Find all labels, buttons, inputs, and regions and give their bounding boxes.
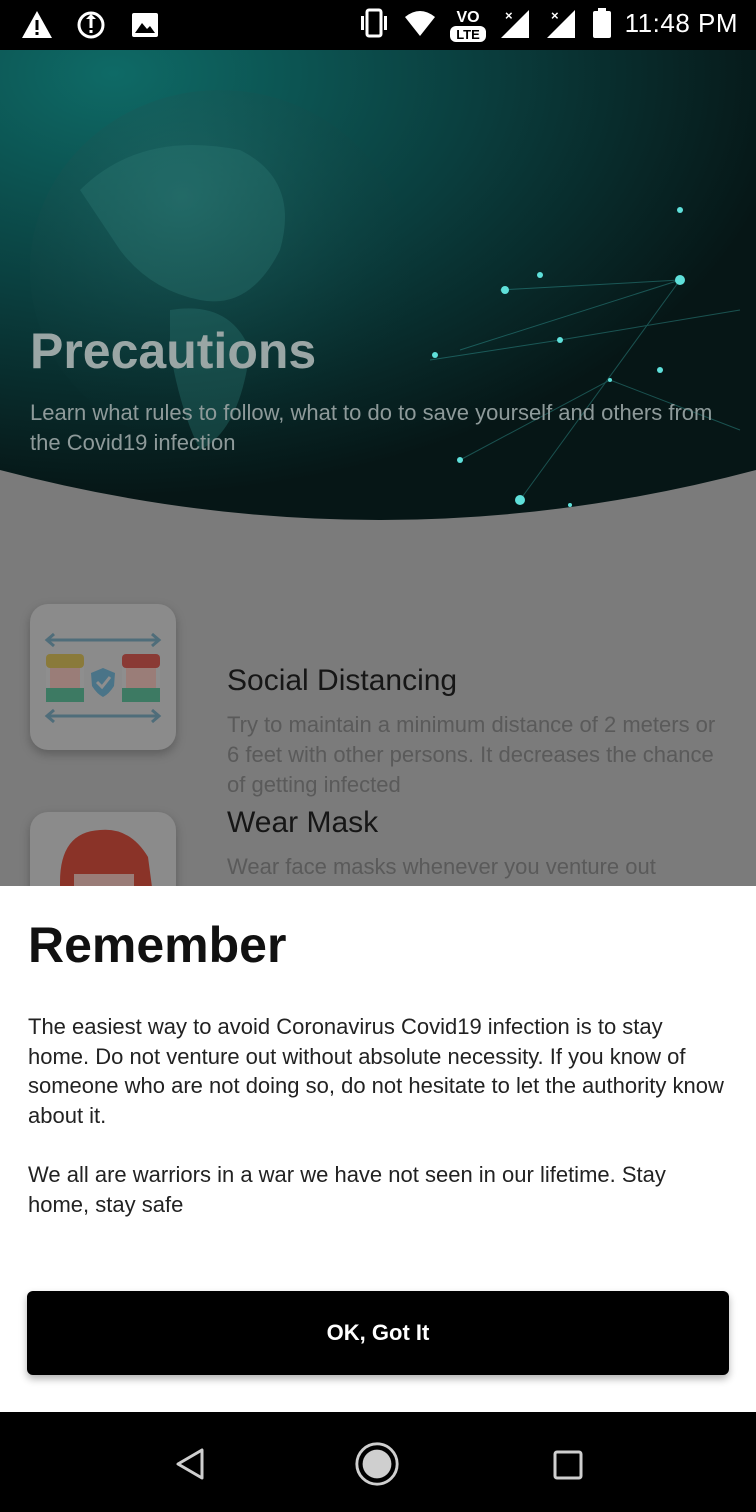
volte-icon: VO LTE xyxy=(449,6,487,42)
social-distancing-icon xyxy=(30,604,176,750)
page-subtitle: Learn what rules to follow, what to do t… xyxy=(30,400,713,455)
recents-icon[interactable] xyxy=(543,1440,591,1488)
sync-icon xyxy=(74,8,108,42)
system-nav-bar xyxy=(0,1412,756,1512)
precautions-screen: Precautions Learn what rules to follow, … xyxy=(0,50,756,886)
wifi-icon xyxy=(403,6,437,40)
svg-text:×: × xyxy=(505,8,513,23)
lte-label: LTE xyxy=(456,27,480,42)
ok-got-it-button[interactable]: OK, Got It xyxy=(27,1291,729,1375)
globe-network-background xyxy=(0,50,756,520)
battery-icon xyxy=(591,6,613,40)
page-title: Precautions xyxy=(30,323,317,379)
item-title: Social Distancing xyxy=(227,664,458,697)
signal-icon: × xyxy=(499,6,533,40)
remember-bottom-sheet: Remember The easiest way to avoid Corona… xyxy=(0,886,756,1412)
item-title: Wear Mask xyxy=(227,806,379,839)
image-icon xyxy=(128,8,162,42)
mask-person-icon xyxy=(30,812,176,886)
hero-banner: Precautions Learn what rules to follow, … xyxy=(0,50,756,530)
item-description: Wear face masks whenever you venture out xyxy=(227,854,656,879)
home-icon[interactable] xyxy=(353,1440,401,1488)
status-time: 11:48 PM xyxy=(624,7,738,38)
back-icon[interactable] xyxy=(166,1440,214,1488)
vibrate-icon xyxy=(357,6,391,40)
svg-text:×: × xyxy=(551,8,559,23)
item-description: Try to maintain a minimum distance of 2 … xyxy=(227,712,716,797)
warning-icon xyxy=(20,8,54,42)
dialog-body: The easiest way to avoid Coronavirus Cov… xyxy=(28,1012,728,1219)
dialog-paragraph: We all are warriors in a war we have not… xyxy=(28,1162,666,1217)
dialog-title: Remember xyxy=(28,917,287,973)
status-bar: VO LTE × × 11:48 PM xyxy=(0,0,756,50)
vo-label: VO xyxy=(456,9,479,26)
signal-icon: × xyxy=(545,6,579,40)
dialog-paragraph: The easiest way to avoid Coronavirus Cov… xyxy=(28,1014,724,1128)
